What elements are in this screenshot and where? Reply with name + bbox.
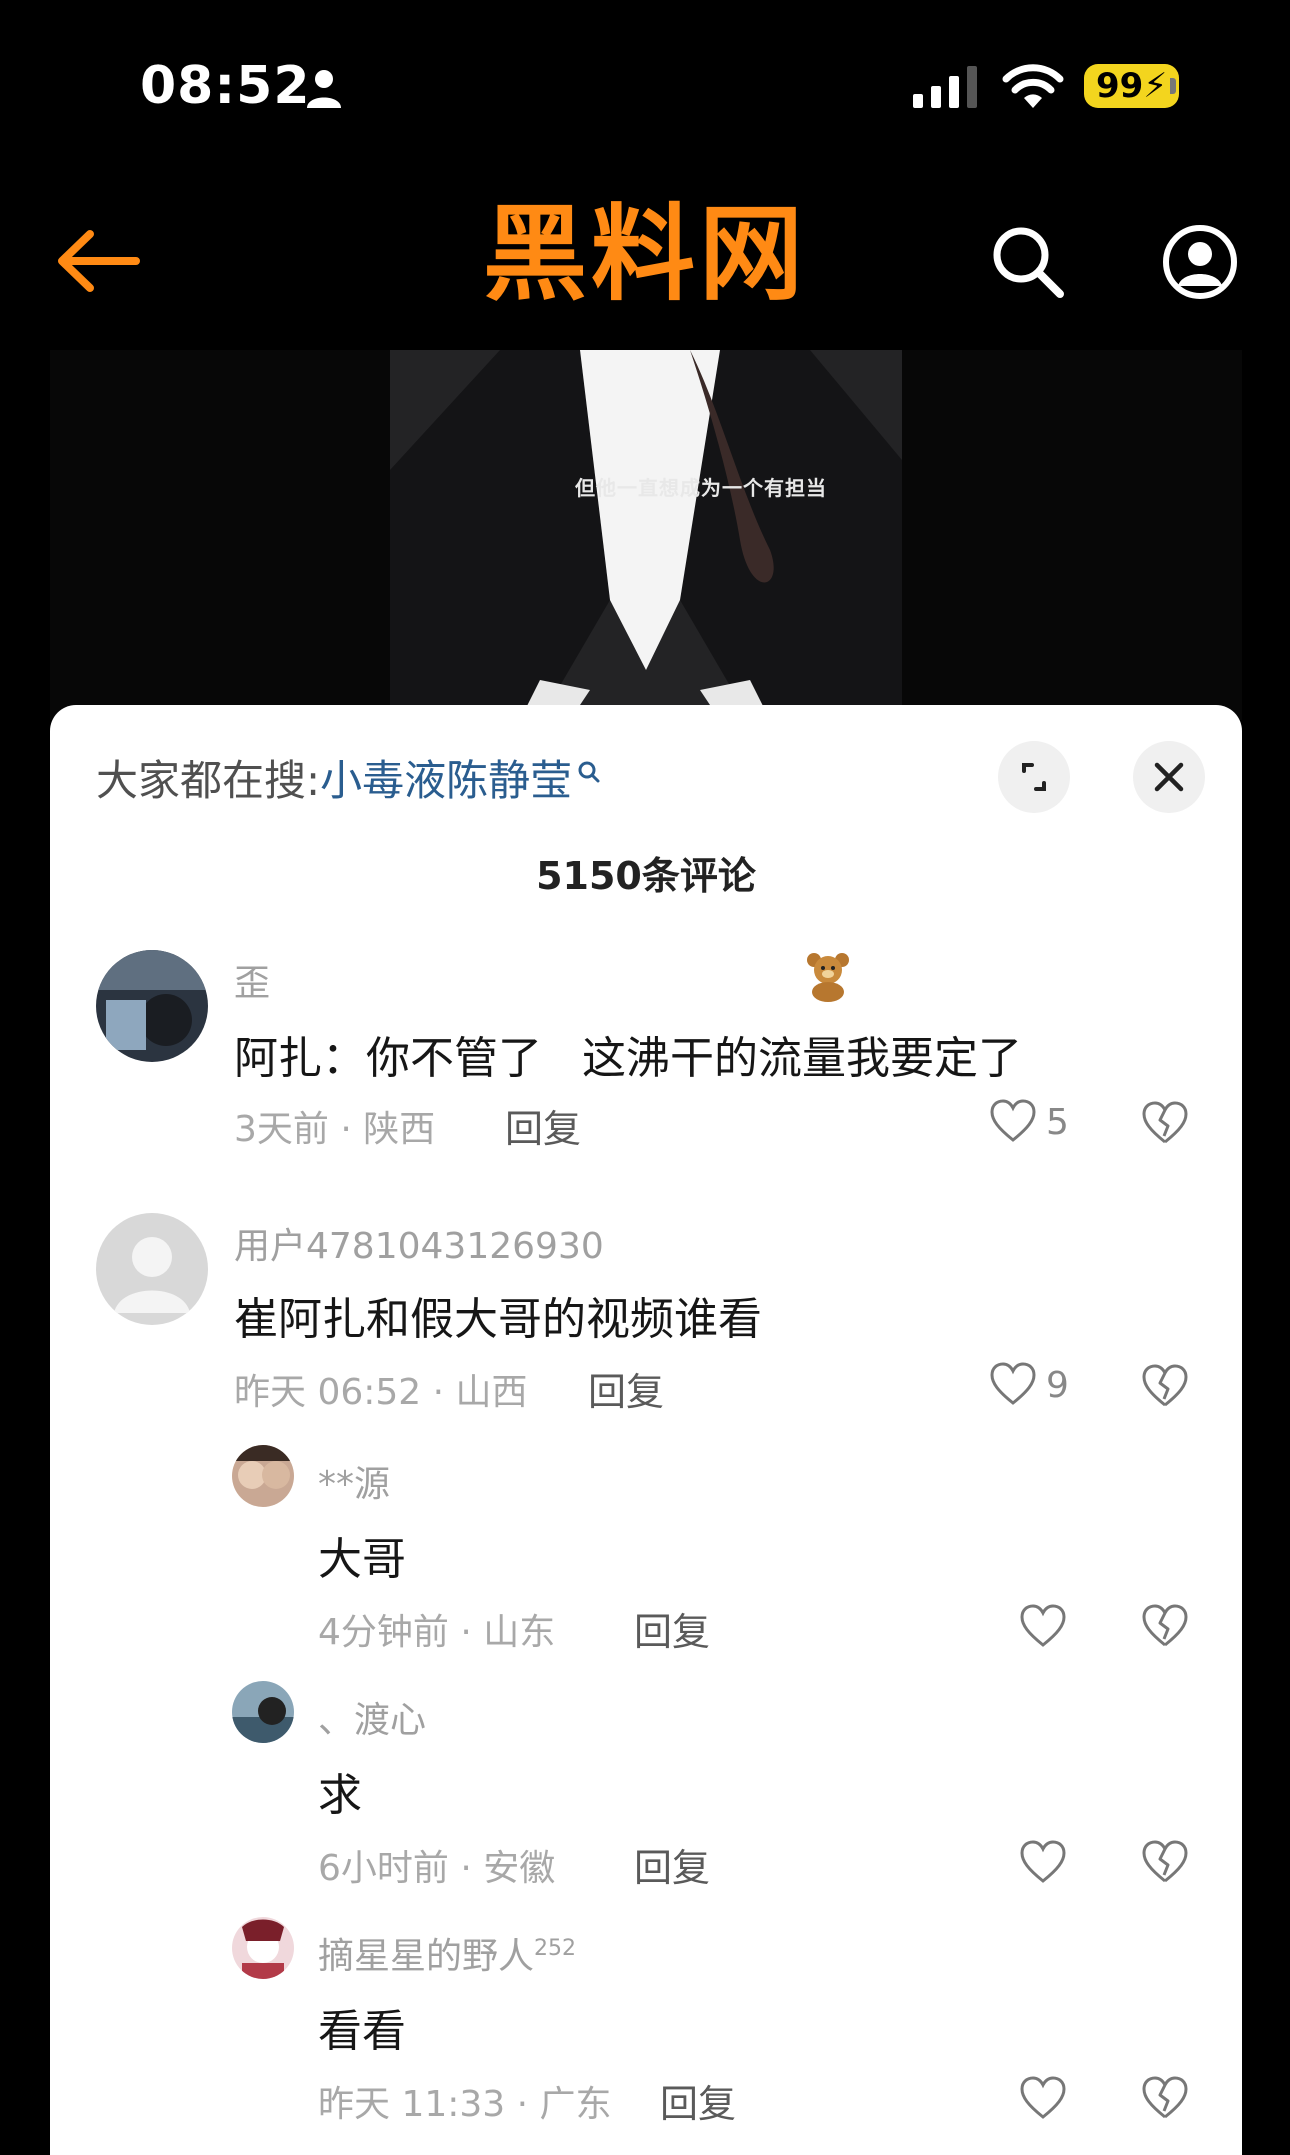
like-button[interactable]: 5 bbox=[988, 1094, 1088, 1150]
comment-meta: 昨天 06:52 · 山西 bbox=[234, 1372, 528, 1413]
like-button[interactable]: 9 bbox=[988, 1357, 1088, 1413]
status-bar: 08:52 99⚡ bbox=[0, 0, 1290, 150]
signal-icon bbox=[913, 66, 977, 108]
video-frame: 但他一直想成为一个有担当 bbox=[390, 350, 902, 720]
reply-item: **源 大哥 4分钟前 · 山东 回复 bbox=[50, 1445, 1242, 1665]
comment-item: 用户4781043126930 崔阿扎和假大哥的视频谁看 昨天 06:52 · … bbox=[50, 1213, 1242, 1433]
heart-icon bbox=[990, 1362, 1036, 1405]
comment-username[interactable]: 用户4781043126930 bbox=[234, 1217, 604, 1269]
reply-username-text: 摘星星的野人 bbox=[318, 1936, 535, 1977]
comment-item: 歪 阿扎：你不管了 这沸干的流量我要定了 3天前 · 陕西 回复 5 bbox=[50, 950, 1242, 1170]
search-suggestion-prefix: 大家都在搜: bbox=[96, 756, 321, 805]
expand-icon bbox=[1022, 763, 1046, 791]
status-time: 08:52 bbox=[140, 56, 311, 116]
broken-heart-icon[interactable] bbox=[1138, 1359, 1192, 1413]
avatar[interactable] bbox=[96, 1213, 208, 1325]
app-header: 黑料网 bbox=[0, 150, 1290, 350]
app-title: 黑料网 bbox=[482, 193, 807, 315]
broken-heart-icon[interactable] bbox=[1138, 1096, 1192, 1150]
battery-level: 99 bbox=[1096, 66, 1144, 106]
heart-icon[interactable] bbox=[1018, 2075, 1068, 2121]
comment-username[interactable]: 歪 bbox=[234, 954, 270, 1006]
reply-text: 大哥 bbox=[318, 1534, 406, 1585]
search-suggestion-term[interactable]: 小毒液陈静莹 bbox=[320, 756, 572, 805]
comment-panel: 大家都在搜:小毒液陈静莹 5150条评论 歪 阿扎：你不管了 这沸干的流量我要定… bbox=[50, 705, 1242, 2155]
like-count: 5 bbox=[1046, 1102, 1069, 1143]
reply-button[interactable]: 回复 bbox=[634, 1601, 710, 1656]
reply-button[interactable]: 回复 bbox=[634, 1837, 710, 1892]
avatar[interactable] bbox=[232, 1445, 294, 1507]
avatar[interactable] bbox=[232, 1917, 294, 1979]
reply-item: 、渡心 求 6小时前 · 安徽 回复 bbox=[50, 1681, 1242, 1901]
heart-icon bbox=[990, 1099, 1036, 1142]
comment-count: 5150条评论 bbox=[536, 854, 756, 898]
search-small-icon bbox=[578, 761, 600, 783]
like-count: 9 bbox=[1046, 1365, 1069, 1406]
reply-item: 摘星星的野人252 看看 昨天 11:33 · 广东 回复 bbox=[50, 1917, 1242, 2137]
heart-icon[interactable] bbox=[1018, 1839, 1068, 1885]
reply-username[interactable]: 摘星星的野人252 bbox=[318, 1927, 576, 1979]
battery-indicator: 99⚡ bbox=[1084, 64, 1180, 108]
avatar[interactable] bbox=[96, 950, 208, 1062]
close-button[interactable] bbox=[1133, 741, 1205, 813]
comment-text: 阿扎：你不管了 这沸干的流量我要定了 bbox=[234, 1022, 1022, 1086]
reply-meta: 4分钟前 · 山东 bbox=[318, 1612, 556, 1653]
video-image bbox=[390, 350, 902, 720]
username-badge: 252 bbox=[534, 1936, 577, 1961]
reply-button[interactable]: 回复 bbox=[588, 1361, 664, 1416]
person-icon bbox=[307, 70, 341, 108]
comment-text: 崔阿扎和假大哥的视频谁看 bbox=[234, 1294, 762, 1345]
broken-heart-icon[interactable] bbox=[1138, 2071, 1192, 2125]
charging-icon: ⚡ bbox=[1143, 66, 1168, 106]
reply-button[interactable]: 回复 bbox=[660, 2073, 736, 2128]
expand-button[interactable] bbox=[998, 741, 1070, 813]
reply-meta: 昨天 11:33 · 广东 bbox=[318, 2084, 612, 2125]
battery-tip bbox=[1170, 78, 1176, 94]
video-player[interactable]: 但他一直想成为一个有担当 bbox=[50, 350, 1242, 720]
user-circle-icon[interactable] bbox=[1160, 222, 1240, 302]
comment-meta: 3天前 · 陕西 bbox=[234, 1109, 436, 1150]
comment-text-part: 阿扎：你不管了 bbox=[234, 1033, 542, 1084]
broken-heart-icon[interactable] bbox=[1138, 1599, 1192, 1653]
reply-text: 看看 bbox=[318, 2006, 406, 2057]
reply-meta: 6小时前 · 安徽 bbox=[318, 1848, 556, 1889]
heart-icon[interactable] bbox=[1018, 1603, 1068, 1649]
video-subtitle: 但他一直想成为一个有担当 bbox=[575, 476, 827, 500]
search-suggestion[interactable]: 大家都在搜:小毒液陈静莹 bbox=[96, 753, 602, 809]
broken-heart-icon[interactable] bbox=[1138, 1835, 1192, 1889]
comment-text-part: 这沸干的流量我要定了 bbox=[582, 1033, 1022, 1084]
reply-button[interactable]: 回复 bbox=[505, 1098, 581, 1153]
reply-username[interactable]: **源 bbox=[318, 1455, 390, 1507]
reply-username[interactable]: 、渡心 bbox=[318, 1691, 426, 1743]
teddy-bear-icon bbox=[807, 953, 849, 1002]
avatar[interactable] bbox=[232, 1681, 294, 1743]
search-icon[interactable] bbox=[988, 222, 1068, 302]
wifi-icon bbox=[1002, 64, 1064, 108]
reply-text: 求 bbox=[318, 1770, 362, 1821]
close-icon bbox=[1154, 762, 1184, 792]
